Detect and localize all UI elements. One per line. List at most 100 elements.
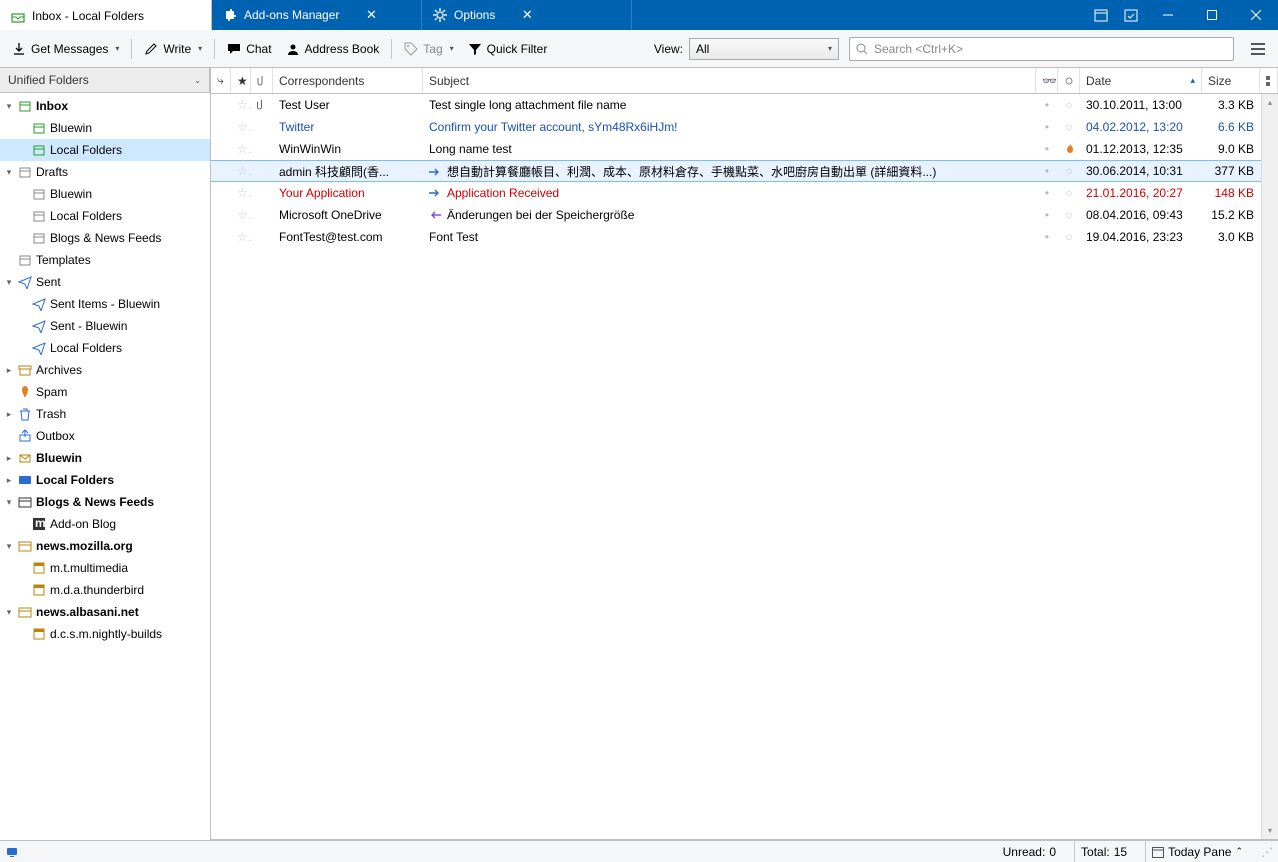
close-icon[interactable]: ✕ — [519, 7, 535, 23]
twisty-icon[interactable]: ▾ — [4, 277, 14, 288]
flag-icon[interactable]: ○ — [1058, 98, 1080, 112]
twisty-icon[interactable]: ▾ — [4, 167, 14, 178]
chevron-down-icon[interactable]: ▾ — [115, 44, 119, 53]
col-star[interactable]: ★ — [231, 68, 251, 93]
twisty-icon[interactable]: ▾ — [4, 497, 14, 508]
folder-item[interactable]: Templates — [0, 249, 210, 271]
read-icon[interactable]: • — [1036, 98, 1058, 112]
online-icon[interactable] — [6, 846, 20, 858]
chevron-down-icon[interactable]: ▾ — [450, 44, 454, 53]
star-icon[interactable]: ☆ — [231, 208, 251, 222]
read-icon[interactable]: • — [1036, 142, 1058, 156]
read-icon[interactable]: • — [1036, 208, 1058, 222]
folder-item[interactable]: ▾Inbox — [0, 95, 210, 117]
maximize-button[interactable] — [1190, 0, 1234, 30]
chat-button[interactable]: Chat — [221, 36, 277, 62]
tag-button[interactable]: Tag ▾ — [398, 36, 459, 62]
folder-item[interactable]: d.c.s.m.nightly-builds — [0, 623, 210, 645]
message-row[interactable]: ☆TwitterConfirm your Twitter account, sY… — [211, 116, 1278, 138]
col-attachment[interactable] — [251, 68, 273, 93]
star-icon[interactable]: ☆ — [231, 142, 251, 156]
folder-item[interactable]: Bluewin — [0, 117, 210, 139]
folder-item[interactable]: m.t.multimedia — [0, 557, 210, 579]
twisty-icon[interactable]: ▾ — [4, 101, 14, 112]
folder-item[interactable]: Blogs & News Feeds — [0, 227, 210, 249]
folder-item[interactable]: Local Folders — [0, 337, 210, 359]
folder-item[interactable]: ▾Sent — [0, 271, 210, 293]
scrollbar[interactable]: ▴ ▾ — [1261, 94, 1278, 839]
folder-item[interactable]: mAdd-on Blog — [0, 513, 210, 535]
star-icon[interactable]: ☆ — [231, 230, 251, 244]
flag-icon[interactable] — [1058, 143, 1080, 155]
view-select[interactable]: All ▾ — [689, 38, 839, 60]
folder-item[interactable]: ▸Archives — [0, 359, 210, 381]
read-icon[interactable]: • — [1036, 120, 1058, 134]
folder-item[interactable]: ▾Blogs & News Feeds — [0, 491, 210, 513]
folder-item[interactable]: Local Folders — [0, 205, 210, 227]
folder-item[interactable]: Spam — [0, 381, 210, 403]
resize-grip-icon[interactable]: ⋰ — [1261, 845, 1272, 859]
flag-icon[interactable]: ○ — [1058, 230, 1080, 244]
twisty-icon[interactable]: ▾ — [4, 541, 14, 552]
twisty-icon[interactable]: ▾ — [4, 607, 14, 618]
message-row[interactable]: ☆Microsoft OneDriveÄnderungen bei der Sp… — [211, 204, 1278, 226]
message-row[interactable]: ☆FontTest@test.comFont Test•○19.04.2016,… — [211, 226, 1278, 248]
col-correspondents[interactable]: Correspondents — [273, 68, 423, 93]
flag-icon[interactable]: ○ — [1058, 186, 1080, 200]
tab-addons[interactable]: Add-ons Manager ✕ — [212, 0, 422, 30]
tab-options[interactable]: Options ✕ — [422, 0, 632, 30]
flag-icon[interactable]: ○ — [1058, 164, 1080, 178]
flag-icon[interactable]: ○ — [1058, 120, 1080, 134]
folder-pane-header[interactable]: Unified Folders ⌄ — [0, 67, 210, 93]
folder-item[interactable]: ▸Local Folders — [0, 469, 210, 491]
col-flag[interactable] — [1058, 68, 1080, 93]
folder-item[interactable]: Bluewin — [0, 183, 210, 205]
get-messages-button[interactable]: Get Messages ▾ — [6, 36, 125, 62]
folder-tree[interactable]: ▾InboxBluewinLocal Folders▾DraftsBluewin… — [0, 93, 210, 840]
message-row[interactable]: ☆Test UserTest single long attachment fi… — [211, 94, 1278, 116]
twisty-icon[interactable]: ▸ — [4, 409, 14, 420]
minimize-button[interactable] — [1146, 0, 1190, 30]
col-thread[interactable]: ⤷ — [211, 68, 231, 93]
app-menu-button[interactable] — [1244, 35, 1272, 63]
col-read[interactable]: 👓 — [1036, 68, 1058, 93]
folder-item[interactable]: ▾Drafts — [0, 161, 210, 183]
message-row[interactable]: ☆Your ApplicationApplication Received•○2… — [211, 182, 1278, 204]
close-button[interactable] — [1234, 0, 1278, 30]
search-input[interactable]: Search <Ctrl+K> — [849, 37, 1234, 61]
twisty-icon[interactable]: ▸ — [4, 453, 14, 464]
calendar-icon[interactable] — [1086, 0, 1116, 30]
chevron-down-icon[interactable]: ▾ — [198, 44, 202, 53]
read-icon[interactable]: • — [1036, 164, 1058, 178]
folder-item[interactable]: Outbox — [0, 425, 210, 447]
folder-item[interactable]: ▾news.albasani.net — [0, 601, 210, 623]
twisty-icon[interactable]: ▸ — [4, 475, 14, 486]
folder-item[interactable]: Sent Items - Bluewin — [0, 293, 210, 315]
message-row[interactable]: ☆admin 科技顧問(香...想自動計算餐廳帳目、利潤、成本、原材料倉存、手機… — [211, 160, 1278, 182]
twisty-icon[interactable]: ▸ — [4, 365, 14, 376]
folder-item[interactable]: Sent - Bluewin — [0, 315, 210, 337]
write-button[interactable]: Write ▾ — [138, 36, 208, 62]
address-book-button[interactable]: Address Book — [280, 36, 386, 62]
quick-filter-button[interactable]: Quick Filter — [462, 36, 554, 62]
star-icon[interactable]: ☆ — [231, 120, 251, 134]
star-icon[interactable]: ☆ — [231, 186, 251, 200]
col-picker[interactable] — [1260, 68, 1278, 93]
folder-item[interactable]: ▸Bluewin — [0, 447, 210, 469]
column-headers[interactable]: ⤷ ★ Correspondents Subject 👓 Date Size — [211, 68, 1278, 94]
folder-item[interactable]: ▸Trash — [0, 403, 210, 425]
folder-item[interactable]: m.d.a.thunderbird — [0, 579, 210, 601]
close-icon[interactable]: ✕ — [363, 7, 379, 23]
col-subject[interactable]: Subject — [423, 68, 1036, 93]
message-row[interactable]: ☆WinWinWinLong name test•01.12.2013, 12:… — [211, 138, 1278, 160]
message-list[interactable]: ☆Test UserTest single long attachment fi… — [211, 94, 1278, 248]
tasks-icon[interactable] — [1116, 0, 1146, 30]
star-icon[interactable]: ☆ — [231, 98, 251, 112]
star-icon[interactable]: ☆ — [231, 164, 251, 178]
folder-item[interactable]: ▾news.mozilla.org — [0, 535, 210, 557]
folder-item[interactable]: Local Folders — [0, 139, 210, 161]
read-icon[interactable]: • — [1036, 186, 1058, 200]
col-size[interactable]: Size — [1202, 68, 1260, 93]
today-pane-toggle[interactable]: Today Pane ⌃ — [1145, 841, 1249, 862]
tab-inbox[interactable]: Inbox - Local Folders — [0, 0, 212, 30]
